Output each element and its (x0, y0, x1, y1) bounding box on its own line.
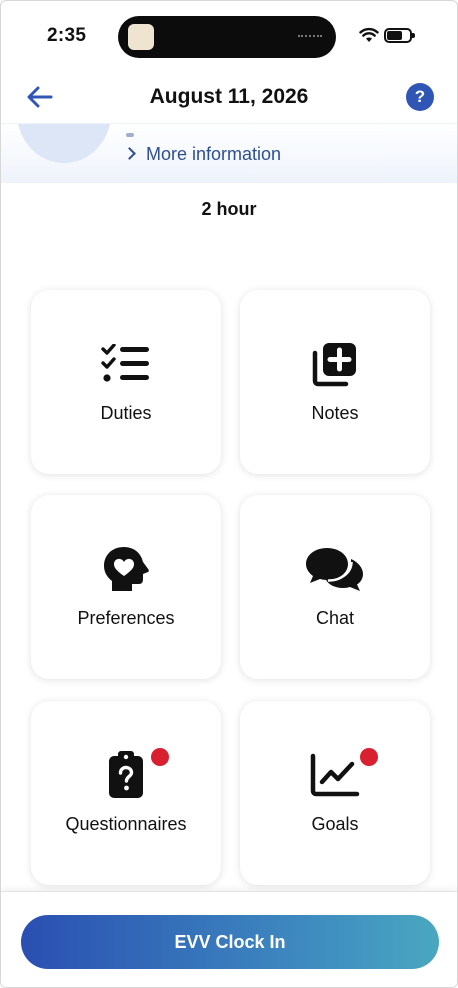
duties-tile[interactable]: Duties (31, 290, 221, 474)
goals-tile[interactable]: Goals (240, 701, 430, 885)
chevron-right-icon (123, 147, 136, 160)
client-avatar (17, 123, 111, 163)
visit-duration: 2 hour (201, 199, 257, 219)
chat-bubbles-icon (306, 548, 363, 591)
status-bar: 2:35 (1, 1, 457, 71)
questionnaires-label: Questionnaires (65, 814, 187, 834)
evv-clock-in-button[interactable]: EVV Clock In (21, 915, 439, 969)
clipboard-question-icon (109, 751, 143, 798)
page-title: August 11, 2026 (149, 85, 309, 108)
duties-label: Duties (100, 403, 152, 423)
client-address-clipped (126, 123, 376, 137)
client-info-card: More information (1, 123, 457, 183)
app-activity-icon (128, 24, 154, 50)
checklist-icon (101, 344, 149, 382)
bottom-action-bar: EVV Clock In (1, 891, 457, 987)
dynamic-island (118, 16, 336, 58)
battery-icon (384, 28, 415, 43)
more-information-link[interactable]: More information (123, 144, 282, 165)
wifi-icon (359, 27, 379, 42)
head-heart-icon (104, 547, 149, 591)
status-time: 2:35 (47, 25, 87, 46)
app-header: August 11, 2026 ? (1, 71, 457, 123)
app-screen: 2:35 August 11, 2026 ? More information … (0, 0, 458, 988)
help-button[interactable]: ? (406, 83, 434, 111)
questionnaires-notification-badge (151, 748, 169, 766)
notes-add-icon (312, 343, 356, 387)
preferences-label: Preferences (77, 608, 175, 628)
notes-tile[interactable]: Notes (240, 290, 430, 474)
more-information-label: More information (146, 144, 282, 164)
activity-indicator-icon (298, 35, 322, 38)
goals-label: Goals (311, 814, 359, 834)
preferences-tile[interactable]: Preferences (31, 495, 221, 679)
chat-label: Chat (315, 608, 355, 628)
questionnaires-tile[interactable]: Questionnaires (31, 701, 221, 885)
goals-notification-badge (360, 748, 378, 766)
chat-tile[interactable]: Chat (240, 495, 430, 679)
line-chart-icon (310, 753, 360, 797)
notes-label: Notes (311, 403, 359, 423)
